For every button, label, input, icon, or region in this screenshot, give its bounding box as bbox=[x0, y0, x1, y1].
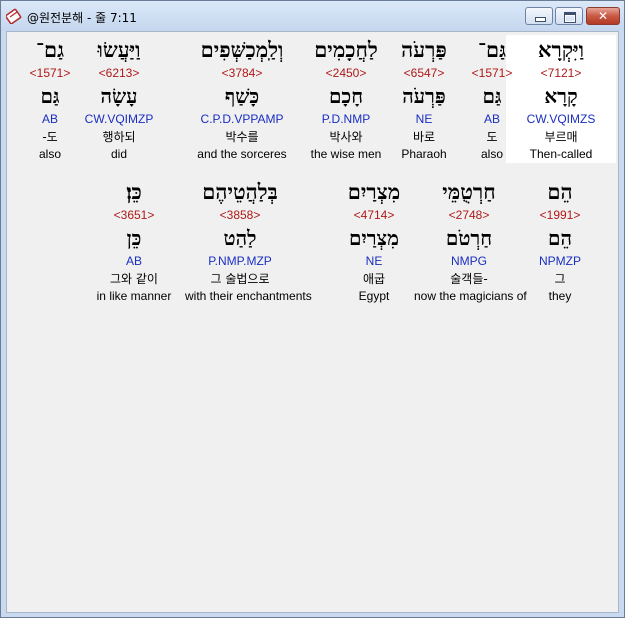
strong-number: <2450> bbox=[325, 66, 367, 80]
strong-number: <2748> bbox=[448, 208, 490, 222]
strong-number: <3858> bbox=[219, 208, 261, 222]
minimize-button[interactable] bbox=[525, 7, 553, 25]
korean-gloss: 애굽 bbox=[362, 272, 386, 286]
word-column[interactable]: וְלַֽמְכַשְּׁפִים <3784> כָּשַׁף C.P.D.VPPA… bbox=[187, 35, 297, 163]
word-column[interactable]: גַם־ <1571> גַּם AB -도 also bbox=[7, 35, 105, 163]
korean-gloss: -도 bbox=[42, 130, 58, 144]
english-gloss: with their enchantments bbox=[185, 289, 312, 303]
korean-gloss: 박수를 bbox=[225, 130, 259, 144]
morphology-code: P.NMP.MZP bbox=[208, 254, 272, 268]
hebrew-word: חַרְטֻמֵּי bbox=[442, 179, 496, 204]
close-button[interactable]: ✕ bbox=[586, 7, 620, 25]
close-icon: ✕ bbox=[597, 9, 609, 23]
maximize-button[interactable] bbox=[555, 7, 583, 25]
hebrew-word: לַחֲכָמִים bbox=[314, 37, 378, 62]
lemma-word: מִצְרַיִם bbox=[349, 226, 399, 250]
english-gloss: Egypt bbox=[358, 289, 390, 303]
korean-gloss: 그 술법으로 bbox=[210, 272, 270, 286]
english-gloss: in like manner bbox=[96, 289, 172, 303]
app-window: @원전분해 - 줄 7:11 ✕ וַיִּקְרָא <7121> קָרָא CW… bbox=[0, 0, 625, 618]
morphology-code: AB bbox=[125, 254, 142, 268]
morphology-code: C.P.D.VPPAMP bbox=[200, 112, 284, 126]
app-icon bbox=[6, 8, 22, 24]
hebrew-word: מִצְרַיִם bbox=[347, 179, 401, 204]
morphology-code: AB bbox=[41, 112, 58, 126]
word-column[interactable]: לַחֲכָמִים <2450> חָכָם P.D.NMP 박사와 the wise … bbox=[291, 35, 401, 163]
morphology-code: P.D.NMP bbox=[321, 112, 371, 126]
korean-gloss: 술객들- bbox=[450, 272, 488, 286]
window-title: @원전분해 - 줄 7:11 bbox=[27, 11, 137, 25]
word-column[interactable]: בְּלַהֲטֵיהֶם <3858> לַהַט P.NMP.MZP 그 술법으로 w… bbox=[185, 177, 312, 305]
lemma-word: חָכָם bbox=[328, 84, 364, 108]
lemma-word: חַרְטֹם bbox=[445, 226, 493, 250]
lemma-word: לַהַט bbox=[223, 226, 257, 250]
lemma-word: גַּם bbox=[40, 84, 60, 108]
title-bar[interactable]: @원전분해 - 줄 7:11 ✕ bbox=[1, 1, 624, 31]
strong-number: <3784> bbox=[221, 66, 263, 80]
strong-number: <1571> bbox=[29, 66, 71, 80]
word-column[interactable]: כֵּן׃ <3651> כֵּן AB 그와 같이 in like manner bbox=[79, 177, 189, 305]
hebrew-word: בְּלַהֲטֵיהֶם bbox=[202, 179, 278, 204]
interlinear-panel[interactable]: וַיִּקְרָא <7121> קָרָא CW.VQIMZS 부르매 Then-ca… bbox=[6, 31, 619, 613]
strong-number: <3651> bbox=[113, 208, 155, 222]
hebrew-word: וְלַֽמְכַשְּׁפִים bbox=[200, 37, 284, 62]
word-column[interactable]: חַרְטֻמֵּי <2748> חַרְטֹם NMPG 술객들-now the m… bbox=[414, 177, 527, 305]
lemma-word: כָּשַׁף bbox=[224, 84, 260, 108]
english-gloss: also bbox=[38, 147, 61, 161]
strong-number: <4714> bbox=[353, 208, 395, 222]
english-gloss: the wise men bbox=[310, 147, 382, 161]
english-gloss: and the sorceres bbox=[197, 147, 287, 161]
morphology-code: NE bbox=[365, 254, 383, 268]
english-gloss: now the magicians of bbox=[414, 289, 527, 303]
lemma-word: כֵּן bbox=[126, 226, 142, 250]
hebrew-word: כֵּן׃ bbox=[126, 179, 142, 204]
hebrew-word: גַם־ bbox=[35, 37, 65, 62]
korean-gloss: 그와 같이 bbox=[110, 272, 158, 286]
word-column[interactable]: מִצְרַיִם <4714> מִצְרַיִם NE 애굽 Egypt bbox=[319, 177, 429, 305]
korean-gloss: 박사와 bbox=[329, 130, 363, 144]
morphology-code: NMPG bbox=[451, 254, 487, 268]
